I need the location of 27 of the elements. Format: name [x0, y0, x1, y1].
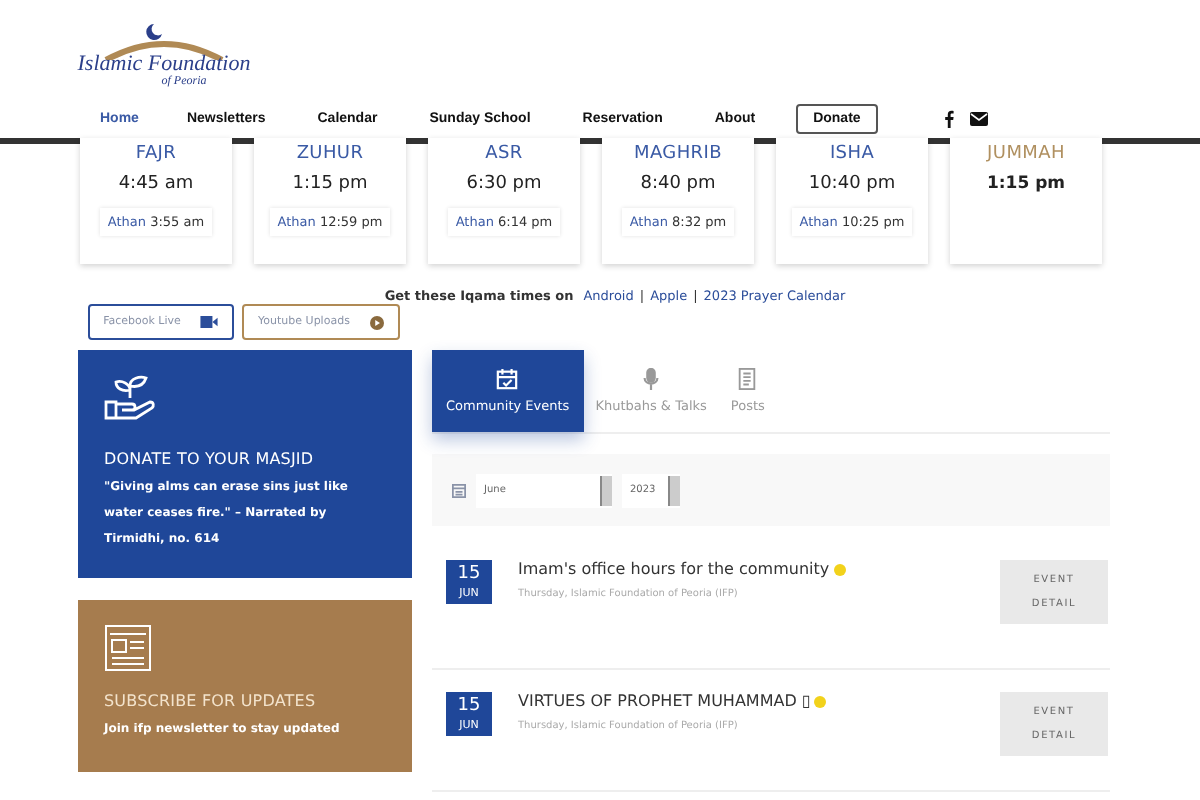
donate-title: DONATE TO YOUR MASJID — [104, 450, 316, 468]
microphone-icon — [640, 368, 663, 390]
prayer-name: FAJR — [135, 144, 177, 164]
mail-icon[interactable] — [970, 111, 989, 125]
prayer-time: 10:40 pm — [808, 174, 896, 194]
newspaper-icon — [104, 624, 152, 672]
prayer-name: ISHA — [829, 144, 875, 164]
prayer-time: 6:30 pm — [466, 174, 542, 194]
logo-title: Islamic Foundation — [77, 52, 251, 76]
prayer-time: 1:15 pm — [292, 174, 368, 194]
prayer-name: MAGHRIB — [634, 144, 722, 164]
play-icon — [369, 315, 384, 329]
prayer-name: ZUHUR — [296, 144, 364, 164]
document-icon — [736, 368, 759, 390]
prayer-time: 1:15 pm — [986, 174, 1066, 194]
calendar-icon — [452, 483, 466, 497]
calendar-icon — [496, 368, 519, 390]
subscribe-title: SUBSCRIBE FOR UPDATES — [104, 692, 318, 710]
prayer-time: 8:40 pm — [640, 174, 716, 194]
prayer-name: JUMMAH — [987, 144, 1065, 164]
prayer-name: ASR — [485, 144, 523, 164]
event-title[interactable]: Imam's office hours for the community — [518, 560, 830, 578]
facebook-icon[interactable] — [944, 109, 955, 127]
prayer-time: 4:45 am — [118, 174, 194, 194]
event-title[interactable]: VIRTUES OF PROPHET MUHAMMAD ▯ — [518, 692, 811, 710]
hand-plant-icon — [104, 374, 156, 422]
video-camera-icon — [200, 316, 219, 328]
